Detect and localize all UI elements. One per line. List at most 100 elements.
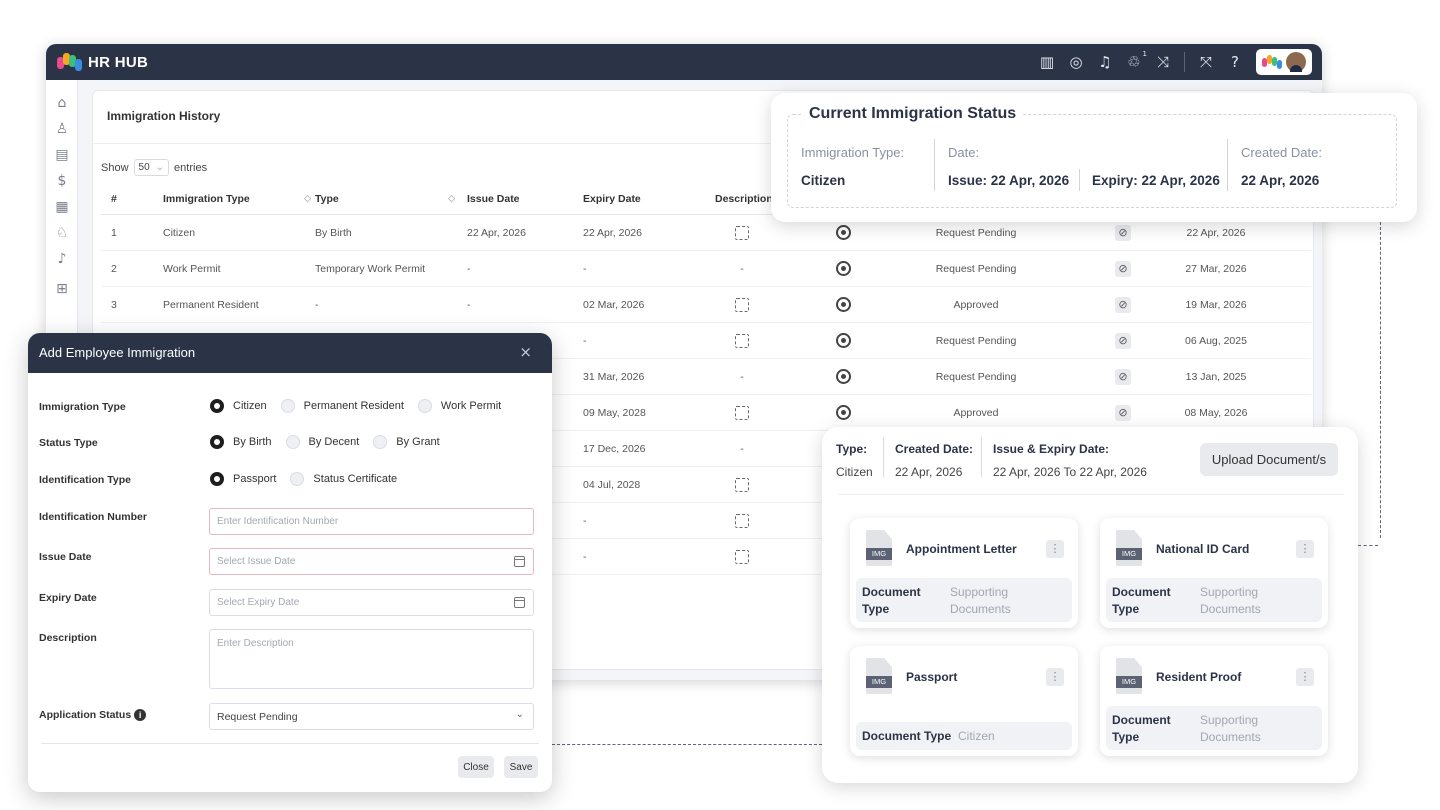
paperclip-icon[interactable]: ⊘ — [1115, 260, 1131, 277]
issue-date-input[interactable]: Select Issue Date — [209, 548, 534, 575]
description-textarea[interactable]: Enter Description — [209, 629, 534, 689]
view-icon[interactable] — [836, 287, 851, 322]
paperclip-icon[interactable]: ⊘ — [1115, 332, 1131, 349]
entries-select[interactable]: 50 ⌄ — [133, 159, 170, 176]
users-icon[interactable]: ♙ — [53, 120, 71, 138]
calendar-book-icon[interactable]: ▥ — [1039, 53, 1055, 71]
radio-by-grant[interactable] — [373, 435, 388, 449]
row-type: - — [315, 298, 319, 311]
paperclip-icon[interactable]: ⊘ — [1115, 404, 1131, 421]
profile-menu[interactable] — [1256, 49, 1312, 75]
radio-citizen[interactable] — [210, 399, 224, 413]
dollar-icon[interactable]: $ — [53, 172, 71, 190]
application-status-select[interactable]: Request Pending ⌄ — [209, 703, 534, 730]
expiry-date-input[interactable]: Select Expiry Date — [209, 589, 534, 616]
expiry-date-label: Expiry Date — [39, 592, 97, 604]
expand-icon[interactable] — [735, 477, 749, 492]
col-immigration-type[interactable]: Immigration Type ◇ — [163, 183, 311, 214]
bell-icon[interactable]: ♫ — [1097, 53, 1113, 71]
expand-icon[interactable] — [735, 333, 749, 348]
radio-work-permit[interactable] — [417, 399, 432, 413]
document-tile[interactable]: IMG Appointment Letter ⋮ Document Type S… — [850, 518, 1078, 628]
chat-icon[interactable]: ◎ — [1068, 53, 1084, 71]
attachment-icon[interactable]: ⊘ — [1115, 287, 1131, 322]
document-tile[interactable]: IMG National ID Card ⋮ Document Type Sup… — [1100, 518, 1328, 628]
table-row[interactable]: 3 Permanent Resident - - 02 Mar, 2026 Approve… — [101, 287, 1311, 323]
expand-icon[interactable] — [735, 405, 749, 420]
col-label: Type — [315, 192, 339, 205]
radio-passport[interactable] — [210, 472, 224, 486]
attachment-icon[interactable]: ⊘ — [1115, 251, 1131, 286]
table-row[interactable]: 2 Work Permit Temporary Work Permit - - - Requ… — [101, 251, 1311, 287]
expand-icon[interactable] — [735, 513, 749, 528]
identification-number-input[interactable]: Enter Identification Number — [209, 508, 534, 535]
paperclip-icon[interactable]: ⊘ — [1115, 368, 1131, 385]
view-icon[interactable] — [836, 395, 851, 430]
expand-icon[interactable] — [735, 225, 749, 240]
row-issue-date: - — [467, 262, 471, 275]
chart-icon[interactable]: ▦ — [53, 198, 71, 216]
more-options-icon[interactable]: ⋮ — [1296, 540, 1314, 558]
help-icon[interactable]: ? — [1227, 53, 1243, 71]
view-icon[interactable] — [836, 251, 851, 286]
expand-icon[interactable] — [727, 215, 757, 250]
document-meta: Document Type Supporting Documents — [856, 578, 1072, 622]
row-status: Approved — [953, 298, 999, 311]
more-options-icon[interactable]: ⋮ — [1046, 540, 1064, 558]
radio-by-decent[interactable] — [285, 435, 300, 449]
save-button[interactable]: Save — [504, 756, 538, 778]
paperclip-icon[interactable]: ⊘ — [1115, 296, 1131, 313]
expand-icon[interactable] — [727, 323, 757, 358]
home-icon[interactable]: ⌂ — [53, 94, 71, 112]
documents-card: Type: Citizen Created Date: 22 Apr, 2026… — [822, 427, 1358, 783]
radio-status-certificate[interactable] — [290, 472, 305, 486]
eye-icon[interactable] — [836, 225, 851, 240]
eye-icon[interactable] — [836, 297, 851, 312]
upload-documents-button[interactable]: Upload Document/s — [1200, 443, 1338, 476]
row-description: - — [740, 262, 744, 275]
expiry-date-value: Expiry: 22 Apr, 2026 — [1092, 173, 1220, 188]
eye-icon[interactable] — [836, 405, 851, 420]
status-type-label: Status Type — [39, 437, 98, 449]
col-type[interactable]: Type ◇ — [315, 183, 455, 214]
bell-icon[interactable]: ♪ — [53, 250, 71, 268]
eye-icon[interactable] — [836, 333, 851, 348]
document-tile[interactable]: IMG Passport ⋮ Document Type Citizen — [850, 646, 1078, 756]
sort-icon[interactable]: ◇ — [448, 193, 455, 204]
recycle-icon[interactable]: ♲ 1 — [1126, 50, 1147, 71]
shuffle-icon[interactable]: ⤨ — [1155, 53, 1171, 71]
attachment-icon[interactable]: ⊘ — [1115, 323, 1131, 358]
fullscreen-icon[interactable]: ⤧ — [1198, 53, 1214, 71]
expand-icon[interactable] — [727, 287, 757, 322]
expand-icon[interactable] — [735, 297, 749, 312]
expand-icon[interactable] — [727, 503, 757, 538]
expand-icon[interactable] — [727, 395, 757, 430]
view-icon[interactable] — [836, 323, 851, 358]
view-icon[interactable] — [836, 359, 851, 394]
calendar-icon[interactable] — [514, 597, 525, 608]
attachment-icon[interactable]: ⊘ — [1115, 395, 1131, 430]
radio-by-birth[interactable] — [210, 435, 224, 449]
grid-icon[interactable]: ⊞ — [53, 280, 71, 298]
close-button[interactable]: Close — [458, 756, 494, 778]
eye-icon[interactable] — [836, 261, 851, 276]
more-options-icon[interactable]: ⋮ — [1046, 668, 1064, 686]
paperclip-icon[interactable]: ⊘ — [1115, 224, 1131, 241]
expand-icon[interactable] — [735, 549, 749, 564]
info-icon[interactable]: i — [134, 709, 147, 721]
id-card-icon[interactable]: ▤ — [53, 146, 71, 164]
document-tile[interactable]: IMG Resident Proof ⋮ Document Type Suppo… — [1100, 646, 1328, 756]
sort-icon[interactable]: ◇ — [304, 193, 311, 204]
radio-label: Status Certificate — [313, 473, 398, 485]
row-expiry-date: - — [583, 334, 587, 347]
radio-permanent-resident[interactable] — [280, 399, 295, 413]
bike-icon[interactable]: ♘ — [53, 224, 71, 242]
eye-icon[interactable] — [836, 369, 851, 384]
history-title: Immigration History — [107, 109, 221, 123]
calendar-icon[interactable] — [514, 556, 525, 567]
more-options-icon[interactable]: ⋮ — [1296, 668, 1314, 686]
expand-icon[interactable] — [727, 539, 757, 574]
attachment-icon[interactable]: ⊘ — [1115, 359, 1131, 394]
close-icon[interactable]: × — [519, 343, 532, 361]
expand-icon[interactable] — [727, 467, 757, 502]
